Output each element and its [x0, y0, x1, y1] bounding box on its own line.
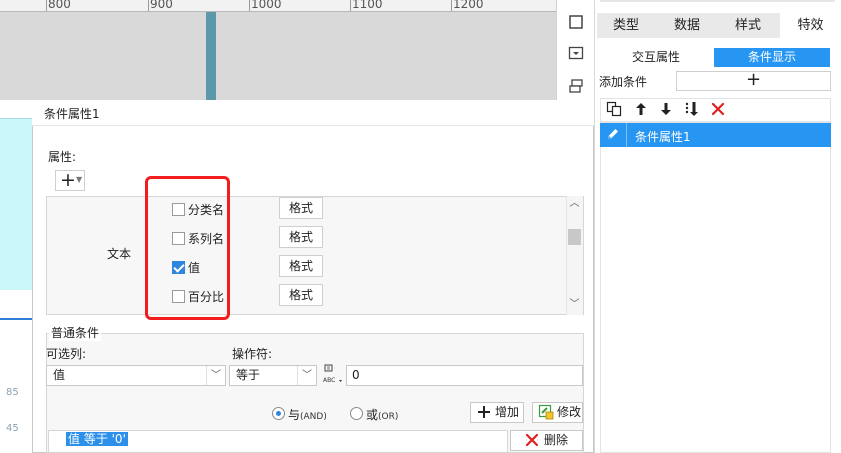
panel-divider: [600, 0, 835, 2]
horizontal-ruler: 800 900 1000 1100 1200: [0, 0, 556, 12]
ruler-mark: 1000: [251, 0, 282, 11]
tab-type[interactable]: 类型: [597, 13, 655, 38]
add-condition-button[interactable]: +: [676, 71, 831, 91]
dropdown-box-icon[interactable]: [568, 45, 584, 61]
delete-icon: [524, 432, 540, 448]
edit-button[interactable]: 修改: [532, 402, 583, 423]
delete-icon[interactable]: [710, 101, 726, 119]
chart-axis-value: 45: [6, 423, 19, 434]
format-button[interactable]: 格式: [279, 226, 323, 248]
chart-plot-area: [0, 118, 32, 290]
layers-icon[interactable]: [568, 78, 584, 94]
ruler-mark: 1100: [352, 0, 383, 11]
radio-and[interactable]: [272, 407, 285, 420]
delete-button-label: 删除: [544, 433, 569, 447]
tab-effects[interactable]: 特效: [780, 13, 841, 38]
chart-axis-line: [0, 318, 32, 320]
operator-select-value: 等于: [236, 368, 261, 382]
chevron-up-icon[interactable]: ︿: [566, 196, 583, 212]
copy-icon[interactable]: [606, 101, 622, 119]
plus-icon: [476, 404, 492, 420]
chevron-down-icon: ▼: [76, 175, 83, 184]
chart-axis-value: 85: [6, 387, 19, 398]
column-select[interactable]: 值 ﹀: [46, 365, 226, 386]
add-condition-label: 添加条件: [599, 75, 648, 89]
format-button[interactable]: 格式: [279, 255, 323, 277]
move-down-icon[interactable]: [658, 101, 674, 119]
column-label: 可选列:: [46, 347, 87, 361]
add-button-label: 增加: [495, 405, 520, 419]
move-up-icon[interactable]: [633, 101, 649, 119]
column-select-value: 值: [53, 368, 66, 382]
tab-data[interactable]: 数据: [658, 13, 716, 38]
format-button[interactable]: 格式: [279, 284, 323, 306]
square-icon[interactable]: [568, 14, 584, 30]
attribute-type-label: 文本: [107, 247, 132, 261]
dialog-title-bar: [32, 100, 594, 126]
chevron-down-icon: ﹀: [297, 366, 316, 385]
attributes-label: 属性:: [48, 150, 77, 164]
tool-column: [556, 0, 594, 100]
design-canvas: [0, 0, 556, 100]
canvas-element-bar[interactable]: [206, 12, 216, 100]
plus-icon: +: [60, 169, 76, 191]
delete-button[interactable]: 删除: [510, 430, 583, 451]
format-button[interactable]: 格式: [279, 197, 323, 219]
add-button[interactable]: 增加: [470, 402, 524, 423]
subtab-conditional-display[interactable]: 条件显示: [714, 48, 830, 67]
move-bottom-icon[interactable]: [684, 101, 700, 119]
radio-or[interactable]: [350, 407, 363, 420]
condition-item-label: 条件属性1: [635, 130, 691, 144]
condition-expression[interactable]: 值 等于 '0': [66, 432, 128, 446]
edit-button-label: 修改: [557, 405, 582, 419]
edit-pencil-icon[interactable]: [606, 127, 620, 141]
value-type-icon[interactable]: ABC: [322, 364, 344, 386]
radio-and-label: 与(AND): [288, 408, 327, 422]
ruler-mark: 900: [150, 0, 173, 11]
subtab-interaction[interactable]: 交互属性: [600, 48, 712, 67]
normal-condition-label: 普通条件: [49, 324, 102, 341]
highlight-annotation-box: [145, 176, 230, 320]
condition-list: [600, 122, 831, 453]
dialog-title: 条件属性1: [44, 107, 100, 121]
condition-value-input[interactable]: 0: [346, 365, 583, 386]
chevron-down-icon: ﹀: [206, 366, 225, 385]
list-item-separator: [626, 123, 627, 147]
ruler-mark: 1200: [453, 0, 484, 11]
value-type-text: ABC: [323, 377, 335, 384]
ruler-mark: 800: [48, 0, 71, 11]
tab-style[interactable]: 样式: [719, 13, 777, 38]
radio-or-label: 或(OR): [366, 408, 399, 422]
operator-label: 操作符:: [232, 347, 273, 361]
chevron-down-icon[interactable]: ﹀: [566, 297, 583, 313]
edit-icon: [538, 404, 554, 420]
scrollbar-thumb[interactable]: [568, 229, 581, 245]
add-attribute-button[interactable]: + ▼: [55, 170, 85, 191]
chart-border-line: [0, 118, 32, 119]
operator-select[interactable]: 等于 ﹀: [229, 365, 317, 386]
